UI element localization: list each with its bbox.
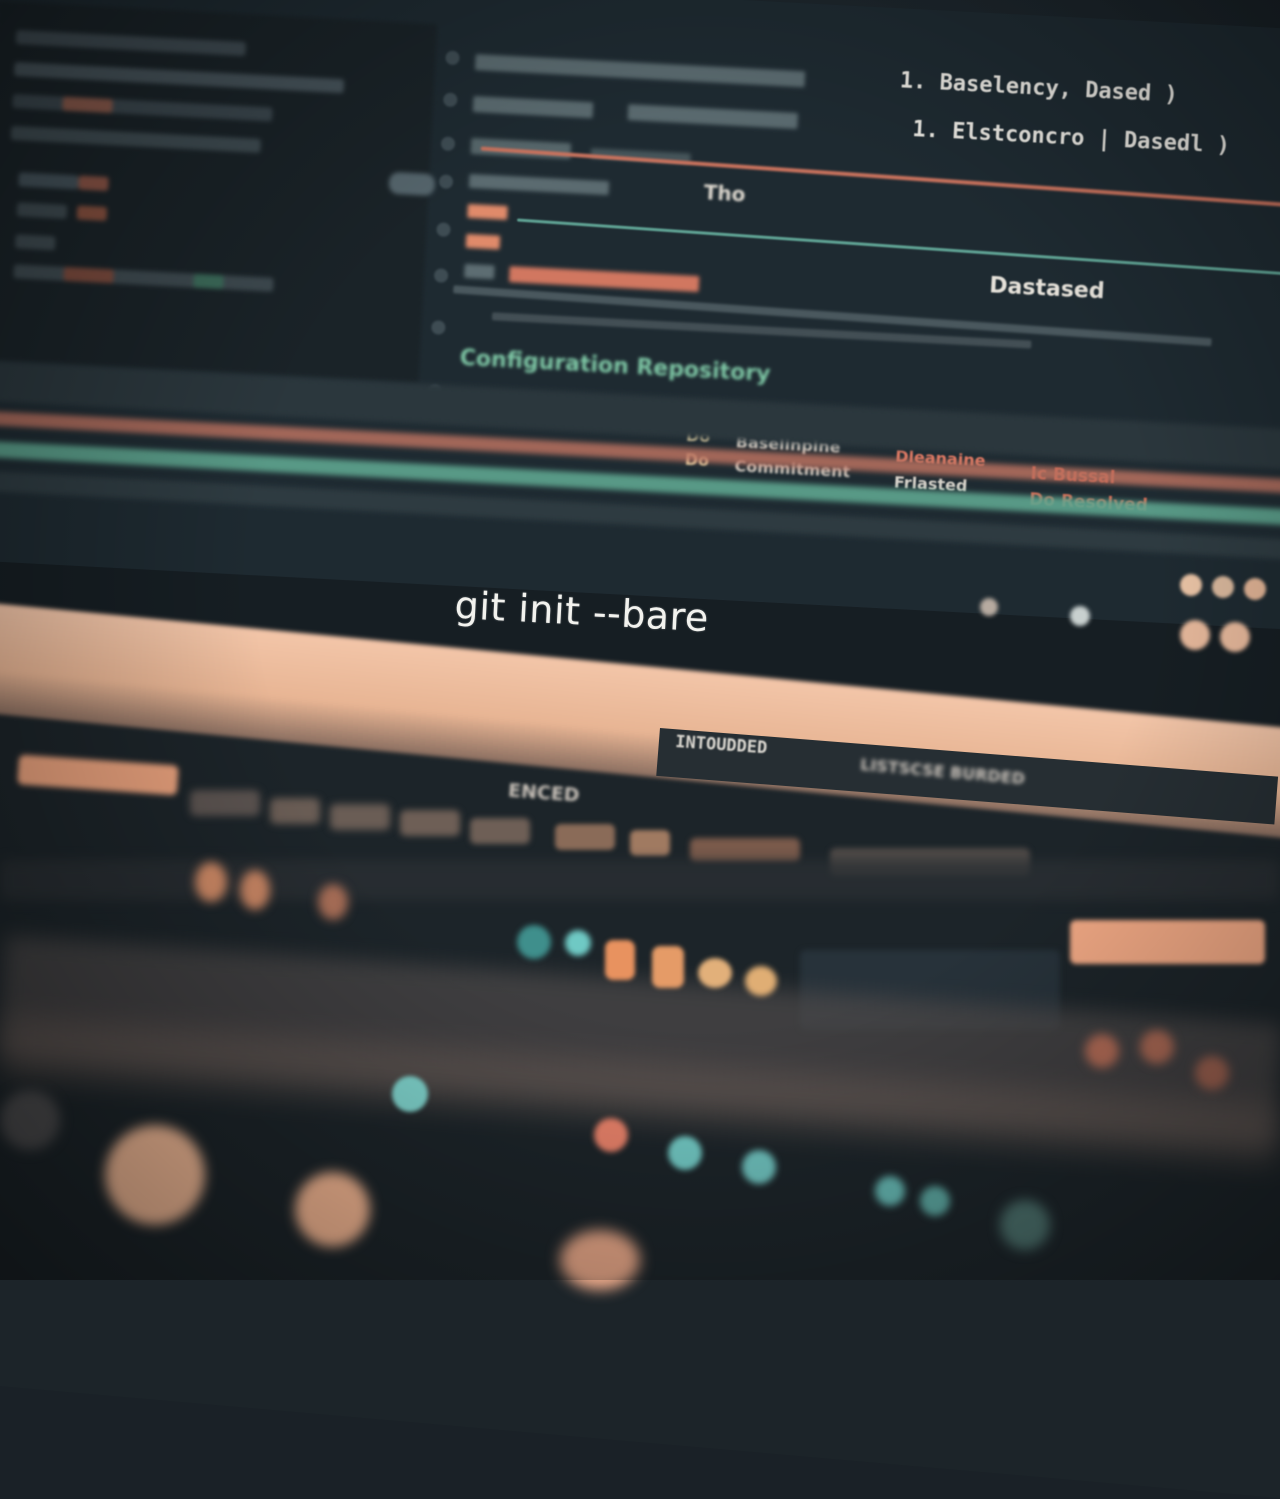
tool-icon[interactable] xyxy=(195,862,227,902)
tool-icon[interactable] xyxy=(745,966,777,996)
tool-icon[interactable] xyxy=(517,925,551,959)
control-dot-icon[interactable] xyxy=(1070,606,1090,626)
led-indicator-icon xyxy=(1140,1030,1174,1064)
primary-button[interactable] xyxy=(17,754,179,796)
scrollbar-thumb[interactable] xyxy=(388,171,436,197)
led-indicator-icon xyxy=(742,1150,776,1184)
breakpoint-dot[interactable] xyxy=(431,320,446,335)
control-dot-icon[interactable] xyxy=(1180,620,1210,650)
list-item-text: Baselency, Dased ) xyxy=(938,70,1179,108)
code-editor-window: 1. Baselency, Dased ) 1. Elstconcro | Da… xyxy=(0,0,1280,630)
breakpoint-dot[interactable] xyxy=(433,268,449,283)
knob-light xyxy=(105,1125,205,1225)
led-indicator-icon xyxy=(875,1176,905,1206)
led-indicator-icon xyxy=(594,1118,628,1152)
list-item-index: 1. xyxy=(911,117,940,144)
control-dot-icon[interactable] xyxy=(1180,574,1202,596)
led-indicator-icon xyxy=(920,1186,950,1216)
control-dot-icon[interactable] xyxy=(980,598,998,616)
file-explorer-pane xyxy=(0,0,438,384)
knob-light xyxy=(295,1172,370,1247)
window-controls xyxy=(980,574,1280,652)
led-indicator-icon xyxy=(1195,1056,1229,1090)
list-item-index: 1. xyxy=(899,68,928,95)
row-label: Tho xyxy=(703,180,747,207)
list-item-text: Elstconcro | Dasedl ) xyxy=(951,119,1231,159)
breakpoint-dot[interactable] xyxy=(438,174,454,190)
breakpoint-dot[interactable] xyxy=(440,136,456,152)
breakpoint-dot[interactable] xyxy=(436,222,451,237)
control-dot-icon[interactable] xyxy=(1220,622,1250,652)
tool-icon[interactable] xyxy=(652,946,684,988)
led-indicator-icon xyxy=(1085,1034,1119,1068)
tool-icon[interactable] xyxy=(318,884,348,920)
tool-icon[interactable] xyxy=(240,870,270,910)
tool-icon[interactable] xyxy=(698,958,732,988)
tool-icon[interactable] xyxy=(565,930,591,956)
action-button[interactable] xyxy=(1070,920,1265,964)
tool-icon[interactable] xyxy=(605,940,635,980)
breakpoint-dot[interactable] xyxy=(442,92,458,108)
led-indicator-icon xyxy=(668,1136,702,1170)
breakpoint-dot[interactable] xyxy=(445,50,460,66)
control-dot-icon[interactable] xyxy=(1244,578,1266,600)
screen-photo: 1. Baselency, Dased ) 1. Elstconcro | Da… xyxy=(0,0,1280,1499)
control-dot-icon[interactable] xyxy=(1212,576,1234,598)
knob-light xyxy=(560,1230,640,1290)
led-indicator-icon xyxy=(392,1076,428,1112)
row-label: Dastased xyxy=(988,273,1106,305)
